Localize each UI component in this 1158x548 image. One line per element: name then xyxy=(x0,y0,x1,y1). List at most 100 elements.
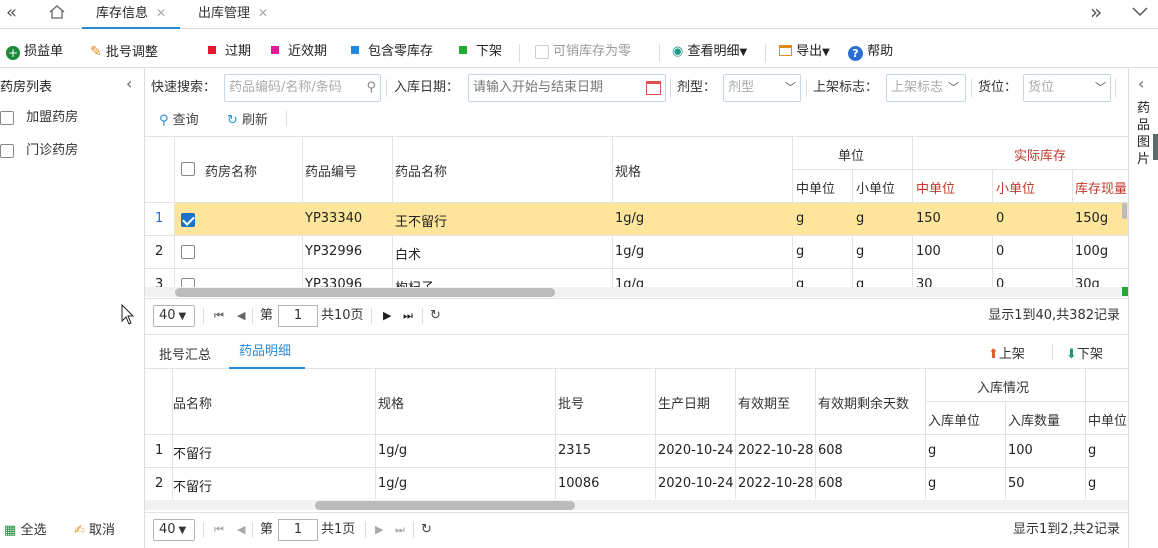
col-spec[interactable]: 规格 xyxy=(615,161,641,180)
include-zero-filter[interactable]: 包含零库存 xyxy=(351,43,433,61)
chevron-down-icon[interactable] xyxy=(1132,6,1148,21)
view-detail-label: 查看明细 xyxy=(687,44,740,59)
col-inbound-qty[interactable]: 入库数量 xyxy=(1008,410,1060,429)
near-expiry-filter[interactable]: 近效期 xyxy=(271,43,327,61)
table-row[interactable]: 1 YP33340 王不留行 1g/g g g 150 0 150g xyxy=(145,203,1128,235)
reload-icon[interactable]: ↻ xyxy=(430,305,441,327)
tab-inventory[interactable]: 库存信息 ✕ xyxy=(82,0,180,29)
tab-batch-summary[interactable]: 批号汇总 xyxy=(159,344,211,363)
shelf-up-label: 上架 xyxy=(998,347,1025,362)
horizontal-scrollbar-thumb[interactable] xyxy=(175,288,555,297)
shelf-select[interactable]: 上架标志 ﹀ xyxy=(886,74,966,102)
col-drug-name[interactable]: 品名称 xyxy=(173,393,212,412)
page-size-select[interactable]: 40 ▼ xyxy=(153,305,195,327)
horizontal-scrollbar-track[interactable] xyxy=(145,500,1128,510)
date-range-input[interactable]: 请输入开始与结束日期 xyxy=(468,74,666,102)
double-left-icon[interactable]: « xyxy=(6,2,17,23)
batch-adjust-button[interactable]: ✎ 批号调整 xyxy=(90,43,158,61)
col-production-date[interactable]: 生产日期 xyxy=(658,393,710,412)
pharmacy-item-franchise[interactable]: 加盟药房 xyxy=(0,106,140,126)
panel-handle[interactable] xyxy=(1153,134,1158,160)
next-page-icon[interactable]: ▶ xyxy=(383,305,391,327)
cancel-button[interactable]: ✍ 取消 xyxy=(74,519,115,538)
pharmacy-checkbox[interactable] xyxy=(0,110,14,125)
col-mid-unit[interactable]: 中单位 xyxy=(796,178,835,197)
collapse-left-icon[interactable]: ‹ xyxy=(126,74,132,93)
col-small-unit[interactable]: 小单位 xyxy=(856,178,895,197)
help-button[interactable]: ? 帮助 xyxy=(848,43,893,61)
production-date: 2020-10-24 xyxy=(658,443,734,458)
col-actual-mid[interactable]: 中单位 xyxy=(916,178,955,197)
shelf-placeholder: 上架标志 xyxy=(891,80,944,95)
col-expiry-date[interactable]: 有效期至 xyxy=(738,393,790,412)
select-all-button[interactable]: ▦ 全选 xyxy=(4,519,46,538)
tab-outbound[interactable]: 出库管理 ✕ xyxy=(186,0,286,29)
first-page-icon[interactable]: ⏮ xyxy=(214,305,224,327)
row-checkbox[interactable] xyxy=(181,245,195,259)
vertical-scrollbar-thumb[interactable] xyxy=(1122,203,1127,219)
page-number-input[interactable]: 1 xyxy=(278,305,318,327)
calendar-icon[interactable] xyxy=(646,81,661,95)
header-select-all-checkbox[interactable] xyxy=(181,162,195,176)
shelf-down-button[interactable]: ⬇下架 xyxy=(1066,343,1103,362)
divider xyxy=(413,522,414,538)
pharmacy-item-outpatient[interactable]: 门诊药房 xyxy=(0,139,140,159)
view-detail-button[interactable]: ◉ 查看明细▼ xyxy=(672,43,747,61)
expiry-date: 2022-10-28 xyxy=(738,443,814,458)
shelf-up-button[interactable]: ⬆上架 xyxy=(988,343,1025,362)
close-icon[interactable]: ✕ xyxy=(156,6,166,20)
first-page-icon[interactable]: ⏮ xyxy=(214,519,224,541)
expired-filter[interactable]: 过期 xyxy=(208,43,251,61)
prev-page-icon[interactable]: ◀ xyxy=(237,305,245,327)
table-row[interactable]: 1 不留行 1g/g 2315 2020-10-24 2022-10-28 60… xyxy=(145,435,1128,467)
quick-search-input[interactable]: 药品编码/名称/条码 ⚲ xyxy=(224,74,381,102)
expiry-date: 2022-10-28 xyxy=(738,476,814,491)
row-checkbox[interactable] xyxy=(181,212,195,227)
small-unit: g xyxy=(856,244,865,259)
refresh-button[interactable]: ↻ 刷新 xyxy=(227,109,268,128)
sellable-zero-checkbox[interactable] xyxy=(535,44,549,59)
reload-icon[interactable]: ↻ xyxy=(421,519,432,541)
col-batch[interactable]: 批号 xyxy=(558,393,584,412)
loss-button[interactable]: + 损益单 xyxy=(6,43,63,61)
sellable-zero-toggle[interactable]: 可销库存为零 xyxy=(535,43,631,61)
pharmacy-checkbox[interactable] xyxy=(0,143,14,158)
tab-bar: « 库存信息 ✕ 出库管理 ✕ » xyxy=(0,0,1158,29)
collapse-right-icon[interactable]: ‹ xyxy=(1138,74,1144,93)
page-number-input[interactable]: 1 xyxy=(278,519,318,541)
prev-page-icon[interactable]: ◀ xyxy=(237,519,245,541)
form-select[interactable]: 剂型 ﹀ xyxy=(723,74,801,102)
last-page-icon[interactable]: ⏭ xyxy=(395,519,405,541)
export-icon xyxy=(779,45,792,56)
col-mid-unit[interactable]: 中单位 xyxy=(1088,410,1127,429)
help-icon: ? xyxy=(848,46,863,61)
query-button[interactable]: ⚲ 查询 xyxy=(159,109,199,128)
col-actual-qty[interactable]: 库存现量 xyxy=(1075,178,1127,197)
col-name[interactable]: 药品名称 xyxy=(395,161,447,180)
page-size-select[interactable]: 40 ▼ xyxy=(153,519,195,541)
table-row[interactable]: 2 YP32996 白术 1g/g g g 100 0 100g xyxy=(145,236,1128,268)
off-shelf-label: 下架 xyxy=(476,44,503,59)
col-inbound-unit[interactable]: 入库单位 xyxy=(928,410,980,429)
col-actual-small[interactable]: 小单位 xyxy=(996,178,1035,197)
col-spec[interactable]: 规格 xyxy=(378,393,404,412)
tab-drug-detail[interactable]: 药品明细 xyxy=(229,335,305,369)
col-pharmacy[interactable]: 药房名称 xyxy=(205,161,257,180)
caret-down-icon: ▼ xyxy=(739,47,748,58)
next-page-icon[interactable]: ▶ xyxy=(375,519,383,541)
actual-mid: 150 xyxy=(916,211,941,226)
toolbar: + 损益单 ✎ 批号调整 过期 近效期 包含零库存 下架 可销库存为零 ◉ 查看… xyxy=(0,38,1158,66)
table-row[interactable]: 2 不留行 1g/g 10086 2020-10-24 2022-10-28 6… xyxy=(145,468,1128,500)
off-shelf-filter[interactable]: 下架 xyxy=(459,43,502,61)
divider xyxy=(1052,344,1053,360)
location-select[interactable]: 货位 ﹀ xyxy=(1023,74,1111,102)
horizontal-scrollbar-thumb[interactable] xyxy=(315,501,575,510)
double-right-icon[interactable]: » xyxy=(1090,0,1102,24)
drug-image-title: 药品图片 xyxy=(1137,101,1151,167)
close-icon[interactable]: ✕ xyxy=(258,6,268,20)
col-code[interactable]: 药品编号 xyxy=(305,161,357,180)
last-page-icon[interactable]: ⏭ xyxy=(403,305,413,327)
col-days-left[interactable]: 有效期剩余天数 xyxy=(818,393,909,412)
home-icon[interactable] xyxy=(48,4,66,24)
export-button[interactable]: 导出▼ xyxy=(779,43,830,61)
